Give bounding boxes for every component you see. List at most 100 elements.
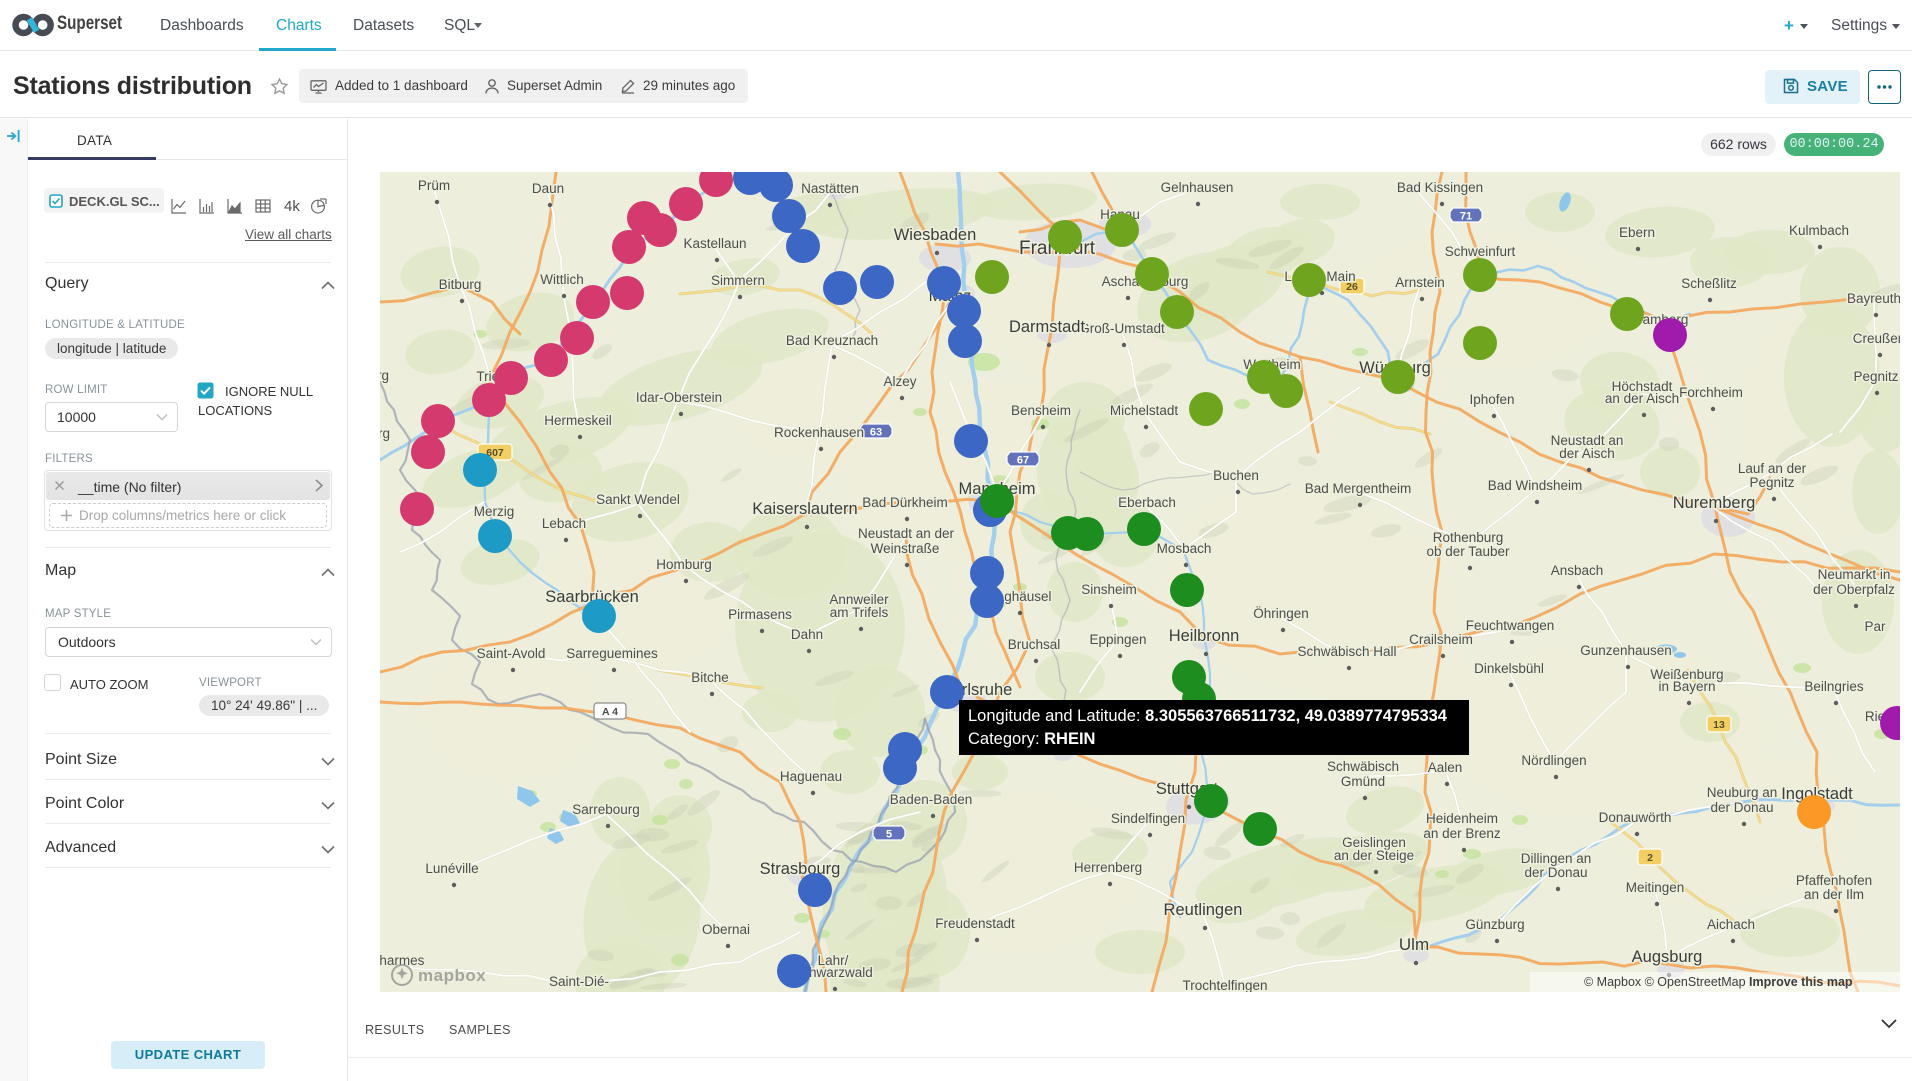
svg-text:Wiesbaden: Wiesbaden [894,226,977,244]
svg-text:Bruchsal: Bruchsal [1008,637,1061,652]
svg-text:Daun: Daun [532,181,564,196]
svg-text:Forchheim: Forchheim [1679,385,1743,400]
svg-text:Arnstein: Arnstein [1395,275,1445,290]
svg-text:Neuburg an: Neuburg an [1707,785,1778,800]
svg-text:an der Steige: an der Steige [1334,848,1414,863]
svg-text:Heilbronn: Heilbronn [1169,627,1240,645]
svg-text:Dahn: Dahn [791,627,823,642]
svg-text:Reutlingen: Reutlingen [1164,901,1243,919]
svg-text:Lauf an der: Lauf an der [1738,461,1807,476]
svg-text:Obernai: Obernai [702,922,750,937]
svg-text:Kaiserslautern: Kaiserslautern [752,500,857,518]
svg-text:an der Brenz: an der Brenz [1423,826,1501,841]
svg-text:Pfaffenhofen: Pfaffenhofen [1796,873,1872,888]
svg-text:Neustadt an der: Neustadt an der [858,526,955,541]
svg-text:Herrenberg: Herrenberg [1074,860,1142,875]
svg-text:Schweinfurt: Schweinfurt [1445,244,1516,259]
svg-text:Günzburg: Günzburg [1465,917,1524,932]
svg-text:rg: rg [380,426,390,441]
svg-text:Freudenstadt: Freudenstadt [935,916,1015,931]
svg-text:Augsburg: Augsburg [1632,948,1703,966]
svg-text:an der Aisch: an der Aisch [1605,391,1679,406]
svg-text:Creußen: Creußen [1853,331,1900,346]
svg-text:Ulm: Ulm [1399,935,1429,954]
svg-text:Bensheim: Bensheim [1011,403,1071,418]
svg-text:Sarreguemines: Sarreguemines [566,646,658,661]
svg-text:Feuchtwangen: Feuchtwangen [1466,618,1555,633]
svg-text:der Oberpfalz: der Oberpfalz [1813,582,1895,597]
svg-text:2: 2 [1647,852,1653,864]
svg-text:Neumarkt in: Neumarkt in [1818,567,1891,582]
svg-text:Bad Kissingen: Bad Kissingen [1397,180,1483,195]
svg-text:Nuremberg: Nuremberg [1673,494,1756,512]
svg-text:Prüm: Prüm [418,178,450,193]
svg-text:Pirmasens: Pirmasens [728,607,792,622]
svg-text:Bayreuth: Bayreuth [1847,291,1900,306]
svg-text:Saint-Avold: Saint-Avold [477,646,546,661]
svg-text:Bitche: Bitche [691,670,729,685]
svg-text:der Aisch: der Aisch [1559,446,1615,461]
svg-text:Scheßlitz: Scheßlitz [1681,276,1737,291]
svg-text:Haguenau: Haguenau [780,769,842,784]
svg-text:Ansbach: Ansbach [1551,563,1604,578]
svg-text:Mosbach: Mosbach [1157,541,1212,556]
svg-text:Lebach: Lebach [542,516,586,531]
svg-text:an der Ilm: an der Ilm [1804,887,1864,902]
svg-text:Sankt Wendel: Sankt Wendel [596,492,680,507]
svg-text:Rothenburg: Rothenburg [1433,530,1504,545]
svg-text:Alzey: Alzey [883,374,916,389]
svg-text:Eppingen: Eppingen [1089,632,1146,647]
svg-text:Homburg: Homburg [656,557,712,572]
svg-text:der Donau: der Donau [1524,865,1587,880]
svg-text:Bad Dürkheim: Bad Dürkheim [862,495,948,510]
svg-text:ob der Tauber: ob der Tauber [1426,544,1510,559]
svg-text:Sindelfingen: Sindelfingen [1111,811,1185,826]
svg-text:der Donau: der Donau [1710,800,1773,815]
svg-text:Bad Kreuznach: Bad Kreuznach [786,333,878,348]
svg-text:Nastätten: Nastätten [801,181,859,196]
svg-text:Heidenheim: Heidenheim [1426,811,1498,826]
svg-text:Bad Windsheim: Bad Windsheim [1488,478,1583,493]
svg-text:Schwäbisch Hall: Schwäbisch Hall [1297,644,1396,659]
svg-text:Saint-Dié-: Saint-Dié- [549,974,609,989]
svg-text:Eberbach: Eberbach [1118,495,1176,510]
svg-text:Sinsheim: Sinsheim [1081,582,1137,597]
svg-text:71: 71 [1460,211,1472,223]
svg-text:Gunzenhausen: Gunzenhausen [1580,643,1672,658]
svg-text:Rockenhausen: Rockenhausen [774,425,864,440]
svg-text:Wittlich: Wittlich [540,272,584,287]
svg-text:Trochtelfingen: Trochtelfingen [1182,978,1267,992]
svg-text:Crailsheim: Crailsheim [1409,632,1473,647]
svg-text:Dillingen an: Dillingen an [1521,851,1592,866]
svg-text:Groß-Umstadt: Groß-Umstadt [1079,321,1165,336]
svg-text:Bitburg: Bitburg [439,277,482,292]
svg-text:Pegnitz: Pegnitz [1853,369,1898,384]
svg-text:Bad Mergentheim: Bad Mergentheim [1305,481,1412,496]
svg-text:Baden-Baden: Baden-Baden [890,792,973,807]
svg-text:Kulmbach: Kulmbach [1789,223,1849,238]
svg-text:Merzig: Merzig [474,504,515,519]
svg-text:Hermeskeil: Hermeskeil [544,413,612,428]
svg-text:Beilngries: Beilngries [1804,679,1864,694]
svg-text:63: 63 [870,427,882,439]
svg-text:Sarrebourg: Sarrebourg [572,802,640,817]
svg-text:13: 13 [1713,719,1725,731]
svg-text:4k: 4k [284,198,300,214]
svg-text:Ebern: Ebern [1619,225,1655,240]
svg-text:67: 67 [1017,455,1029,467]
svg-text:Lunéville: Lunéville [425,861,478,876]
svg-text:Öhringen: Öhringen [1253,606,1309,621]
svg-text:Darmstadt: Darmstadt [1009,318,1086,336]
svg-text:© Mapbox © OpenStreetMap Impro: © Mapbox © OpenStreetMap Improve this ma… [1584,975,1853,989]
svg-text:Kastellaun: Kastellaun [683,236,746,251]
svg-text:in Bayern: in Bayern [1658,679,1715,694]
svg-text:Weinstraße: Weinstraße [871,541,940,556]
svg-text:Nördlingen: Nördlingen [1521,753,1586,768]
svg-text:Meitingen: Meitingen [1626,880,1685,895]
svg-text:Michelstadt: Michelstadt [1110,403,1179,418]
svg-text:Buchen: Buchen [1213,468,1259,483]
svg-text:Par: Par [1864,619,1886,634]
svg-text:mapbox: mapbox [418,966,486,985]
svg-text:Strasbourg: Strasbourg [760,860,841,878]
svg-text:Idar-Oberstein: Idar-Oberstein [636,390,722,405]
